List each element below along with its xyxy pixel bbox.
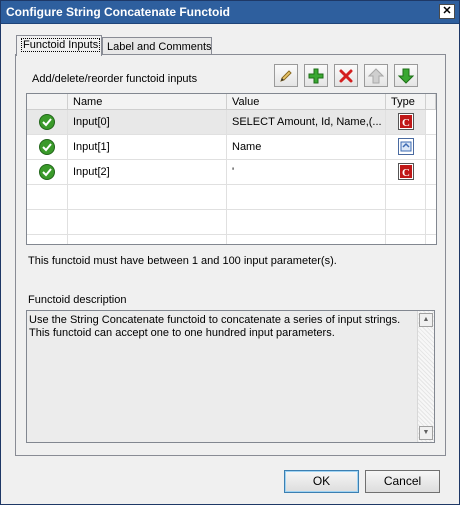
ok-button[interactable]: OK [284, 470, 359, 493]
table-row[interactable]: Input[0] SELECT Amount, Id, Name,(... C [27, 110, 436, 135]
svg-text:C: C [402, 117, 410, 129]
description-scrollbar[interactable]: ▲ ▼ [417, 311, 434, 442]
grid-header-value[interactable]: Value [227, 94, 386, 110]
cancel-button[interactable]: Cancel [365, 470, 440, 493]
svg-text:C: C [402, 167, 410, 179]
dialog-window: Configure String Concatenate Functoid ✕ … [0, 0, 460, 505]
move-up-icon [368, 68, 384, 84]
title-bar: Configure String Concatenate Functoid ✕ [1, 1, 459, 24]
window-title: Configure String Concatenate Functoid [6, 5, 230, 19]
check-icon [39, 114, 55, 130]
check-icon [39, 139, 55, 155]
empty-row [27, 235, 436, 244]
grid-header-type[interactable]: Type [386, 94, 426, 110]
add-input-button[interactable] [304, 64, 328, 87]
close-icon: ✕ [442, 5, 452, 17]
grid-header-filler [426, 94, 436, 110]
add-icon [308, 68, 324, 84]
row-name-cell[interactable]: Input[0] [68, 110, 227, 134]
move-down-icon [398, 68, 414, 84]
scroll-up-arrow-icon[interactable]: ▲ [419, 313, 433, 327]
description-text: Use the String Concatenate functoid to c… [29, 314, 401, 339]
row-status-cell [27, 160, 68, 184]
tab-label: Functoid Inputs [21, 38, 101, 52]
row-value-cell[interactable]: ' [227, 160, 386, 184]
description-label: Functoid description [28, 294, 127, 306]
scroll-down-arrow-icon[interactable]: ▼ [419, 426, 433, 440]
empty-row [27, 185, 436, 210]
grid-header-name[interactable]: Name [68, 94, 227, 110]
move-up-button[interactable] [364, 64, 388, 87]
empty-row [27, 210, 436, 235]
constant-type-icon: C [398, 113, 414, 130]
inputs-section-label: Add/delete/reorder functoid inputs [32, 73, 198, 85]
edit-input-button[interactable] [274, 64, 298, 87]
delete-input-button[interactable] [334, 64, 358, 87]
move-down-button[interactable] [394, 64, 418, 87]
row-status-cell [27, 110, 68, 134]
row-value-cell[interactable]: SELECT Amount, Id, Name,(... [227, 110, 386, 134]
link-type-icon [398, 138, 414, 155]
check-icon [39, 164, 55, 180]
table-row[interactable]: Input[2] ' C [27, 160, 436, 185]
row-name-cell[interactable]: Input[1] [68, 135, 227, 159]
edit-icon [280, 70, 292, 82]
row-value-cell[interactable]: Name [227, 135, 386, 159]
row-type-cell[interactable]: C [386, 110, 426, 134]
row-status-cell [27, 135, 68, 159]
tab-functoid-inputs[interactable]: Functoid Inputs [16, 35, 102, 56]
description-textarea[interactable]: Use the String Concatenate functoid to c… [26, 310, 435, 443]
close-button[interactable]: ✕ [439, 4, 455, 19]
inputs-constraint-note: This functoid must have between 1 and 10… [28, 255, 337, 267]
row-type-cell[interactable]: C [386, 160, 426, 184]
grid-header-status [27, 94, 68, 110]
constant-type-icon: C [398, 163, 414, 180]
delete-icon [339, 69, 353, 83]
row-name-cell[interactable]: Input[2] [68, 160, 227, 184]
inputs-grid: Name Value Type Input[0] SELECT Amount, … [26, 93, 437, 245]
table-row[interactable]: Input[1] Name [27, 135, 436, 160]
row-type-cell[interactable] [386, 135, 426, 159]
tab-label: Label and Comments [107, 41, 212, 53]
